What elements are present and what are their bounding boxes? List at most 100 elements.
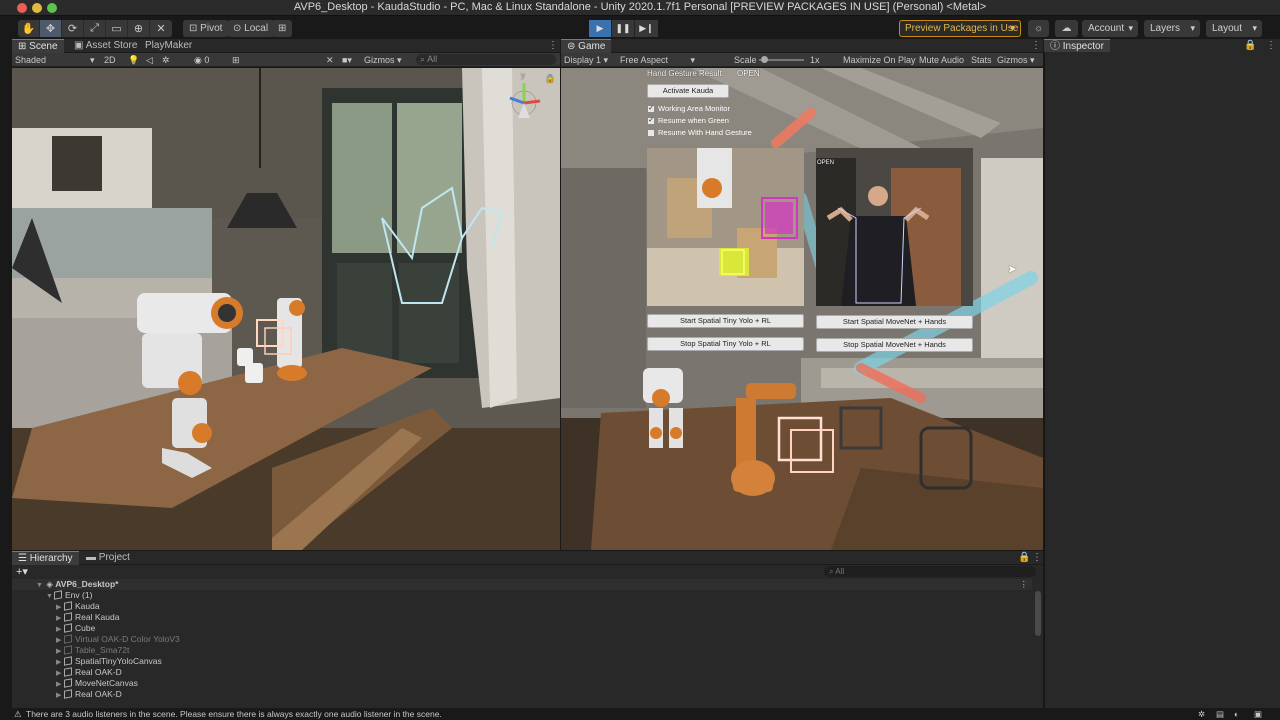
scene-menu-icon[interactable]: ⋮ [1020,579,1029,590]
grid-toggle-icon[interactable]: ⊞ [232,53,240,67]
hand-tool-icon[interactable]: ✋ [18,20,40,37]
folder-icon: ▬ [86,552,96,563]
start-spatial-tiny-yolo-button[interactable]: Start Spatial Tiny Yolo + RL [647,314,804,328]
preview-packages-dropdown[interactable]: Preview Packages in Use ▾ [899,20,1021,37]
scene-viewport[interactable]: y 🔒 [12,68,560,550]
mute-audio-toggle[interactable]: Mute Audio [919,53,964,67]
shading-mode-dropdown[interactable]: Shaded ▾ [15,53,105,67]
account-label: Account [1088,23,1125,34]
layers-dropdown[interactable]: Layers [1144,20,1200,37]
hierarchy-item-real-kauda[interactable]: ▶ Real Kauda [12,612,1032,623]
tab-inspector[interactable]: ⓘ Inspector [1044,39,1110,53]
hierarchy-scrollbar[interactable] [1035,591,1041,636]
inspector-lock-icon[interactable]: 🔒 [1238,39,1262,53]
scale-slider-handle[interactable] [761,56,768,63]
2d-toggle[interactable]: 2D [104,53,116,67]
hierarchy-item-spatial-tiny-yolo-canvas[interactable]: ▶ SpatialTinyYoloCanvas [12,656,1032,667]
display-dropdown[interactable]: Display 1 ▾ [564,53,608,67]
checkbox-checked-icon: ✓ [647,104,655,113]
tools-icon[interactable]: ✕ [326,53,334,67]
stop-spatial-tiny-yolo-button[interactable]: Stop Spatial Tiny Yolo + RL [647,337,804,351]
cache-icon[interactable]: ▤ [1216,708,1224,720]
hierarchy-item-kauda[interactable]: ▶ Kauda [12,601,1032,612]
main-toolbar: ✋ ✥ ⟳ ⤢ ▭ ⊕ ✕ ⊡ Pivot ⊙ Local ⊞ ▶ ❚❚ ▶❙ … [0,17,1280,39]
aspect-dropdown[interactable]: Free Aspect ▾ [620,53,695,67]
play-controls: ▶ ❚❚ ▶❙ [589,20,658,37]
scene-gizmos-dropdown[interactable]: Gizmos ▾ [364,53,402,67]
game-gizmos-label: Gizmos [997,55,1028,65]
pivot-toggle[interactable]: ⊡ Pivot [183,20,229,37]
transform-tools: ✋ ✥ ⟳ ⤢ ▭ ⊕ ✕ [18,20,172,37]
scene-search-input[interactable]: ⌕ All [416,54,556,65]
scale-value: 1x [810,55,820,65]
settings-sun-icon[interactable]: ☼ [1028,20,1050,37]
maximize-on-play-toggle[interactable]: Maximize On Play [843,53,916,67]
scene-root-row[interactable]: ▼ ◈ AVP6_Desktop* ⋮ [12,579,1032,590]
grid-snap-button[interactable]: ⊞ [272,20,293,37]
tab-scene[interactable]: ⊞ Scene [12,39,64,53]
layout-dropdown[interactable]: Layout [1206,20,1262,37]
cloud-icon[interactable]: ☁ [1055,20,1078,37]
add-object-button[interactable]: +▾ [16,565,28,578]
resume-when-green-checkbox[interactable]: ✓ Resume when Green [647,116,729,125]
hierarchy-item-cube[interactable]: ▶ Cube [12,623,1032,634]
checkbox-unchecked-icon [647,128,655,137]
play-icon[interactable]: ▶ [589,20,612,37]
effects-icon[interactable]: ✲ [162,53,170,67]
game-gizmos-dropdown[interactable]: Gizmos ▾ [997,53,1035,67]
info-icon: ⓘ [1050,41,1060,52]
activate-kauda-button[interactable]: Activate Kauda [647,84,729,98]
stats-toggle[interactable]: Stats [971,53,992,67]
local-toggle[interactable]: ⊙ Local [227,20,275,37]
tab-project-label: Project [98,552,130,563]
tab-asset-store[interactable]: ▣ Asset Store [68,39,143,53]
chevron-down-icon: ▾ [90,55,95,65]
hierarchy-item-real-oakd-2[interactable]: ▶ Real OAK-D [12,689,1032,700]
audio-icon[interactable]: ◁ [146,53,153,67]
hierarchy-item-movenet-canvas[interactable]: ▶ MoveNetCanvas [12,678,1032,689]
hierarchy-item-env[interactable]: ▼ Env (1) [12,590,1032,601]
tab-hierarchy[interactable]: ☰ Hierarchy [12,551,79,565]
scale-label: Scale [734,55,757,65]
scale-tool-icon[interactable]: ⤢ [84,20,106,37]
inspector-menu-icon[interactable]: ⋮ [1260,39,1280,53]
stop-spatial-movenet-button[interactable]: Stop Spatial MoveNet + Hands [816,338,973,352]
local-label: Local [244,23,269,34]
custom-tool-icon[interactable]: ✕ [150,20,172,37]
gameobject-icon [64,601,72,611]
status-message[interactable]: There are 3 audio listeners in the scene… [26,708,442,720]
transform-tool-icon[interactable]: ⊕ [128,20,150,37]
scene-gizmos-label: Gizmos [364,55,395,65]
hierarchy-item-virtual-oakd[interactable]: ▶ Virtual OAK-D Color YoloV3 [12,634,1032,645]
tab-game[interactable]: ⊜ Game [561,39,612,53]
scene-render [12,68,560,550]
pause-icon[interactable]: ❚❚ [612,20,635,37]
lock-icon[interactable]: 🔒 [545,74,555,83]
camera-icon[interactable]: ■▾ [342,53,352,67]
hierarchy-menu-icon[interactable]: ⋮ [1026,551,1048,565]
visibility-icon[interactable]: ◉ 0 [194,53,209,67]
collab-icon[interactable]: ▣ [1254,708,1262,720]
game-controller-icon: ⊜ [567,41,576,52]
bug-report-icon[interactable]: ✲ [1198,708,1205,720]
hierarchy-item-table[interactable]: ▶ Table_Sma72t [12,645,1032,656]
hierarchy-item-real-oakd-1[interactable]: ▶ Real OAK-D [12,667,1032,678]
rect-tool-icon[interactable]: ▭ [106,20,128,37]
step-icon[interactable]: ▶❙ [635,20,658,37]
rotate-tool-icon[interactable]: ⟳ [62,20,84,37]
working-area-monitor-checkbox[interactable]: ✓ Working Area Monitor [647,104,730,113]
resume-with-hand-gesture-checkbox[interactable]: Resume With Hand Gesture [647,128,752,137]
progress-icon[interactable]: ◐ [1234,708,1239,720]
hierarchy-search-input[interactable]: ⌕ All [824,566,1036,577]
tab-playmaker[interactable]: PlayMaker [139,39,198,53]
search-icon: ⌕ [829,567,834,576]
lighting-icon[interactable]: 💡 [128,53,139,67]
warning-icon: ⚠ [14,709,22,719]
scene-icon: ⊞ [18,41,27,52]
tab-project[interactable]: ▬ Project [80,551,136,565]
account-dropdown[interactable]: Account [1082,20,1138,37]
window-title: AVP6_Desktop - KaudaStudio - PC, Mac & L… [293,1,987,13]
move-tool-icon[interactable]: ✥ [40,20,62,37]
game-viewport[interactable]: OPEN Hand Gesture Result: OPEN Activate … [561,68,1043,550]
start-spatial-movenet-button[interactable]: Start Spatial MoveNet + Hands [816,315,973,329]
